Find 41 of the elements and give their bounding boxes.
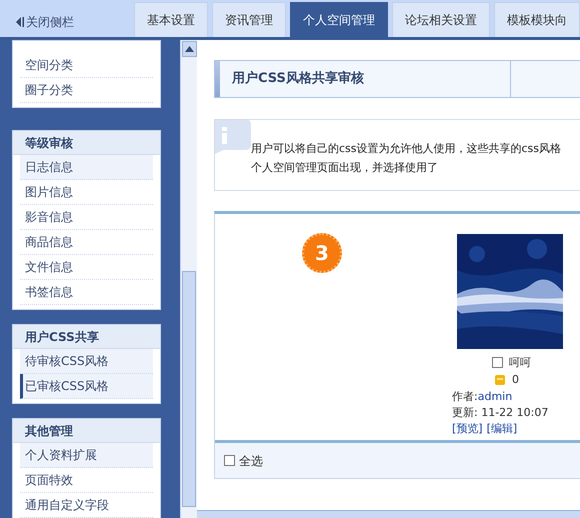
info-text: 用户可以将自己的css设置为允许他人使用，这些共享的css风格 个人空间管理页面出现，并选择使用了 [251,141,562,176]
sidebar-item[interactable]: 个人资料扩展 [20,443,153,468]
sidebar-item[interactable]: 书签信息 [20,280,153,305]
panel-heading: 其他管理 [13,419,160,443]
panel-heading: 用户CSS共享 [13,325,160,349]
collapse-arrow-icon [16,17,24,27]
nav-tab[interactable]: 资讯管理 [212,2,286,37]
checkbox[interactable] [492,357,503,368]
sidebar-item[interactable]: 文件信息 [20,255,153,280]
style-name: 呵呵 [509,355,531,370]
sidebar-item[interactable]: 圈子分类 [20,78,153,103]
caret-up-icon [184,46,194,52]
scrollbar-thumb[interactable] [182,271,196,507]
author-label: 作者: [452,390,478,403]
sidebar-item[interactable]: 图片信息 [20,180,153,205]
sidebar-item[interactable]: 待审核CSS风格 [20,349,153,374]
author-link[interactable]: admin [478,390,512,403]
nav-tab[interactable]: 基本设置 [134,2,208,37]
sidebar-item[interactable]: 空间分类 [20,53,153,78]
like-count: 0 [512,372,519,387]
nav-tab[interactable]: 模板模块向 [494,2,580,37]
coin-icon [495,374,505,384]
nav-tab[interactable]: 个人空间管理 [290,2,388,37]
sidebar-item[interactable]: 商品信息 [20,230,153,255]
sidebar-item[interactable]: 页面特效 [20,468,153,493]
page-title: 用户CSS风格共享审核 [232,70,365,88]
sidebar-item[interactable]: 影音信息 [20,205,153,230]
scroll-up-button[interactable] [182,41,196,57]
select-all-checkbox[interactable] [224,455,235,466]
update-time: 更新: 11-22 10:07 [452,405,548,420]
action-link[interactable]: [预览] [452,421,483,436]
select-all-label: 全选 [239,452,263,470]
action-link[interactable]: [编辑] [486,421,518,436]
sidebar-item[interactable]: 通用自定义字段 [20,493,153,518]
panel-heading: 等级审核 [13,131,160,155]
step-badge: 3 [302,233,342,273]
sidebar-item[interactable]: 已审核CSS风格 [20,374,153,399]
horizontal-scrollbar[interactable] [197,510,580,518]
close-sidebar-link[interactable]: 关闭侧栏 [0,13,134,37]
nav-tab[interactable]: 论坛相关设置 [392,2,490,37]
sidebar-item[interactable]: 日志信息 [20,155,153,180]
